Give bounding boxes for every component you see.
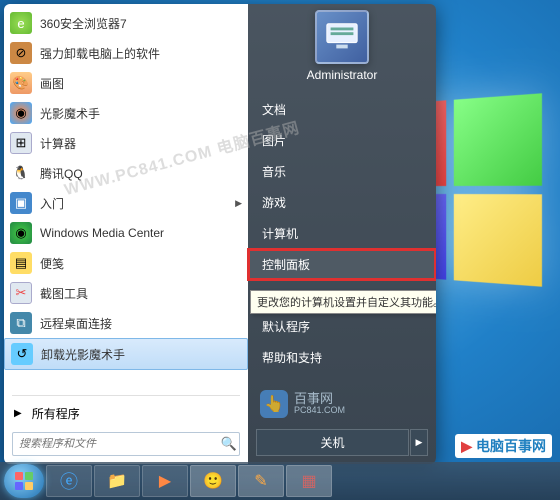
right-panel-item[interactable]: 游戏 bbox=[248, 187, 436, 218]
start-menu-program-list: e 360安全浏览器7 ⊘ 强力卸载电脑上的软件 🎨 画图 ◉ 光影魔术手 ⊞ 计算器 🐧 腾讯QQ ▣… bbox=[4, 4, 248, 392]
start-menu-left-panel: e 360安全浏览器7 ⊘ 强力卸载电脑上的软件 🎨 画图 ◉ 光影魔术手 ⊞ 计算器 🐧 腾讯QQ ▣… bbox=[4, 4, 248, 464]
program-label: 计算器 bbox=[40, 135, 242, 152]
paint-icon: 🎨 bbox=[10, 72, 32, 94]
wmc-icon: ◉ bbox=[10, 222, 32, 244]
program-label: 腾讯QQ bbox=[40, 165, 242, 182]
program-item[interactable]: ◉ Windows Media Center bbox=[4, 218, 248, 248]
start-menu-right-panel: Administrator 文档图片音乐游戏计算机控制面板设默认程序帮助和支持 … bbox=[248, 4, 436, 464]
notes-icon: ▤ bbox=[10, 252, 32, 274]
program-item[interactable]: ⧉ 远程桌面连接 bbox=[4, 308, 248, 338]
snip-icon: ✂ bbox=[10, 282, 32, 304]
arrow-right-icon: ▶ bbox=[14, 408, 22, 419]
taskbar-item-wmp[interactable]: ▶ bbox=[142, 465, 188, 497]
program-label: 便笺 bbox=[40, 255, 242, 272]
shutdown-button[interactable]: 关机 bbox=[256, 429, 409, 456]
search-input[interactable] bbox=[13, 438, 219, 450]
app3-icon: ▦ bbox=[301, 471, 316, 491]
taskbar-item-app1[interactable]: 🙂 bbox=[190, 465, 236, 497]
right-panel-item[interactable]: 文档 bbox=[248, 94, 436, 125]
program-item[interactable]: ⊞ 计算器 bbox=[4, 128, 248, 158]
start-menu: e 360安全浏览器7 ⊘ 强力卸载电脑上的软件 🎨 画图 ◉ 光影魔术手 ⊞ 计算器 🐧 腾讯QQ ▣… bbox=[4, 4, 436, 464]
rdp-icon: ⧉ bbox=[10, 312, 32, 334]
folder-icon: 📁 bbox=[107, 471, 127, 491]
ie-icon: ⓔ bbox=[60, 468, 78, 494]
all-programs-label: 所有程序 bbox=[32, 405, 80, 422]
qq-icon: 🐧 bbox=[10, 162, 32, 184]
right-panel-item[interactable]: 音乐 bbox=[248, 156, 436, 187]
windows-icon bbox=[12, 469, 36, 493]
program-item[interactable]: ⊘ 强力卸载电脑上的软件 bbox=[4, 38, 248, 68]
flag-icon: ▶ bbox=[461, 438, 472, 455]
search-box[interactable]: 🔍 bbox=[12, 432, 240, 456]
remove-icon: ⊘ bbox=[10, 42, 32, 64]
program-item[interactable]: ▣ 入门 ▶ bbox=[4, 188, 248, 218]
app-icon: 🙂 bbox=[203, 471, 223, 491]
program-label: 卸载光影魔术手 bbox=[41, 346, 241, 363]
program-label: 画图 bbox=[40, 75, 242, 92]
program-label: 360安全浏览器7 bbox=[40, 15, 242, 32]
taskbar-item-ie[interactable]: ⓔ bbox=[46, 465, 92, 497]
360-icon: e bbox=[10, 12, 32, 34]
uninstall-icon: ↺ bbox=[11, 343, 33, 365]
program-item[interactable]: 🐧 腾讯QQ bbox=[4, 158, 248, 188]
program-item[interactable]: ◉ 光影魔术手 bbox=[4, 98, 248, 128]
taskbar-item-app2[interactable]: ✎ bbox=[238, 465, 284, 497]
program-item[interactable]: 🎨 画图 bbox=[4, 68, 248, 98]
right-panel-item[interactable]: 帮助和支持 bbox=[248, 342, 436, 373]
program-item[interactable]: ↺ 卸载光影魔术手 bbox=[4, 338, 248, 370]
start-menu-right-items: 文档图片音乐游戏计算机控制面板设默认程序帮助和支持 bbox=[248, 94, 436, 421]
expand-arrow-icon: ▶ bbox=[235, 198, 242, 209]
right-panel-item[interactable]: 控制面板 bbox=[248, 249, 436, 280]
search-icon: 🔍 bbox=[219, 436, 239, 452]
program-item[interactable]: ▤ 便笺 bbox=[4, 248, 248, 278]
taskbar-item-explorer[interactable]: 📁 bbox=[94, 465, 140, 497]
program-item[interactable]: e 360安全浏览器7 bbox=[4, 8, 248, 38]
user-picture[interactable] bbox=[315, 10, 369, 64]
control-panel-tooltip: 更改您的计算机设置并自定义其功能。 bbox=[250, 290, 436, 314]
all-programs-button[interactable]: ▶ 所有程序 bbox=[4, 399, 248, 428]
right-panel-item[interactable]: 计算机 bbox=[248, 218, 436, 249]
watermark-bottom: ▶ 电脑百事网 bbox=[455, 434, 552, 458]
program-label: 强力卸载电脑上的软件 bbox=[40, 45, 242, 62]
taskbar: ⓔ 📁 ▶ 🙂 ✎ ▦ bbox=[0, 462, 560, 500]
taskbar-item-app3[interactable]: ▦ bbox=[286, 465, 332, 497]
monitor-icon bbox=[323, 18, 361, 56]
shutdown-area: 关机 ▶ bbox=[248, 421, 436, 464]
magic-icon: ◉ bbox=[10, 102, 32, 124]
divider bbox=[12, 395, 240, 396]
intro-icon: ▣ bbox=[10, 192, 32, 214]
start-button[interactable] bbox=[4, 464, 44, 498]
right-panel-item[interactable]: 图片 bbox=[248, 125, 436, 156]
program-label: 远程桌面连接 bbox=[40, 315, 242, 332]
program-label: 光影魔术手 bbox=[40, 105, 242, 122]
right-panel-item[interactable]: 默认程序 bbox=[248, 311, 436, 342]
program-label: 入门 bbox=[40, 195, 231, 212]
calculator-icon: ⊞ bbox=[10, 132, 32, 154]
program-label: 截图工具 bbox=[40, 285, 242, 302]
shutdown-options-button[interactable]: ▶ bbox=[410, 429, 428, 456]
program-item[interactable]: ✂ 截图工具 bbox=[4, 278, 248, 308]
user-name-label: Administrator bbox=[248, 68, 436, 82]
pen-icon: ✎ bbox=[254, 471, 267, 491]
program-label: Windows Media Center bbox=[40, 226, 242, 240]
media-icon: ▶ bbox=[159, 471, 171, 491]
